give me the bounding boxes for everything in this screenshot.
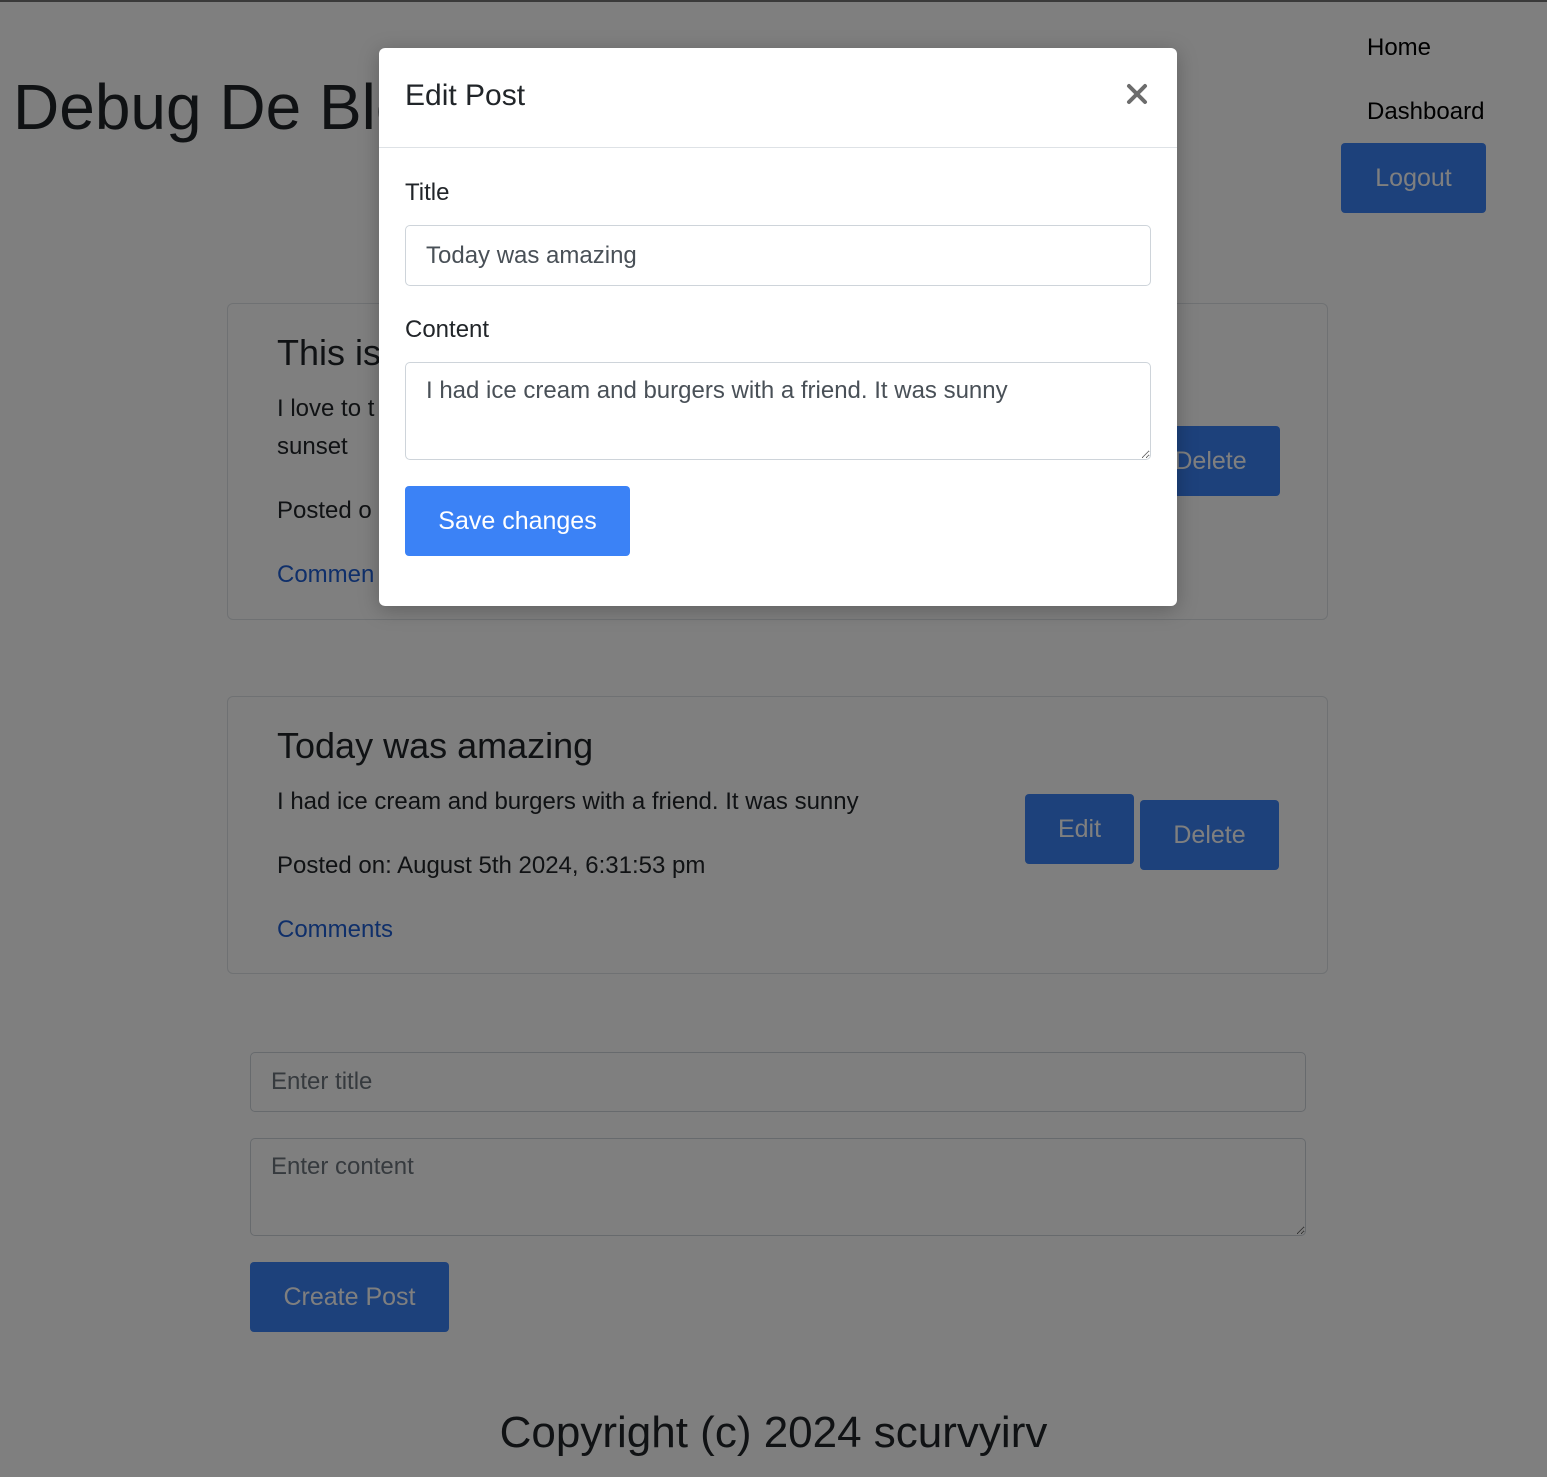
modal-content-label: Content xyxy=(405,316,490,343)
modal-header: Edit Post xyxy=(379,48,1177,148)
save-changes-button[interactable]: Save changes xyxy=(405,486,630,556)
modal-title-input[interactable] xyxy=(405,225,1151,286)
edit-post-modal: Edit Post Title Content I had ice cream … xyxy=(379,48,1177,606)
close-icon xyxy=(1119,84,1155,115)
modal-close-button[interactable] xyxy=(1119,76,1155,112)
modal-content-input[interactable]: I had ice cream and burgers with a frien… xyxy=(405,362,1151,460)
modal-title: Edit Post xyxy=(405,79,526,112)
modal-title-label: Title xyxy=(405,179,450,206)
